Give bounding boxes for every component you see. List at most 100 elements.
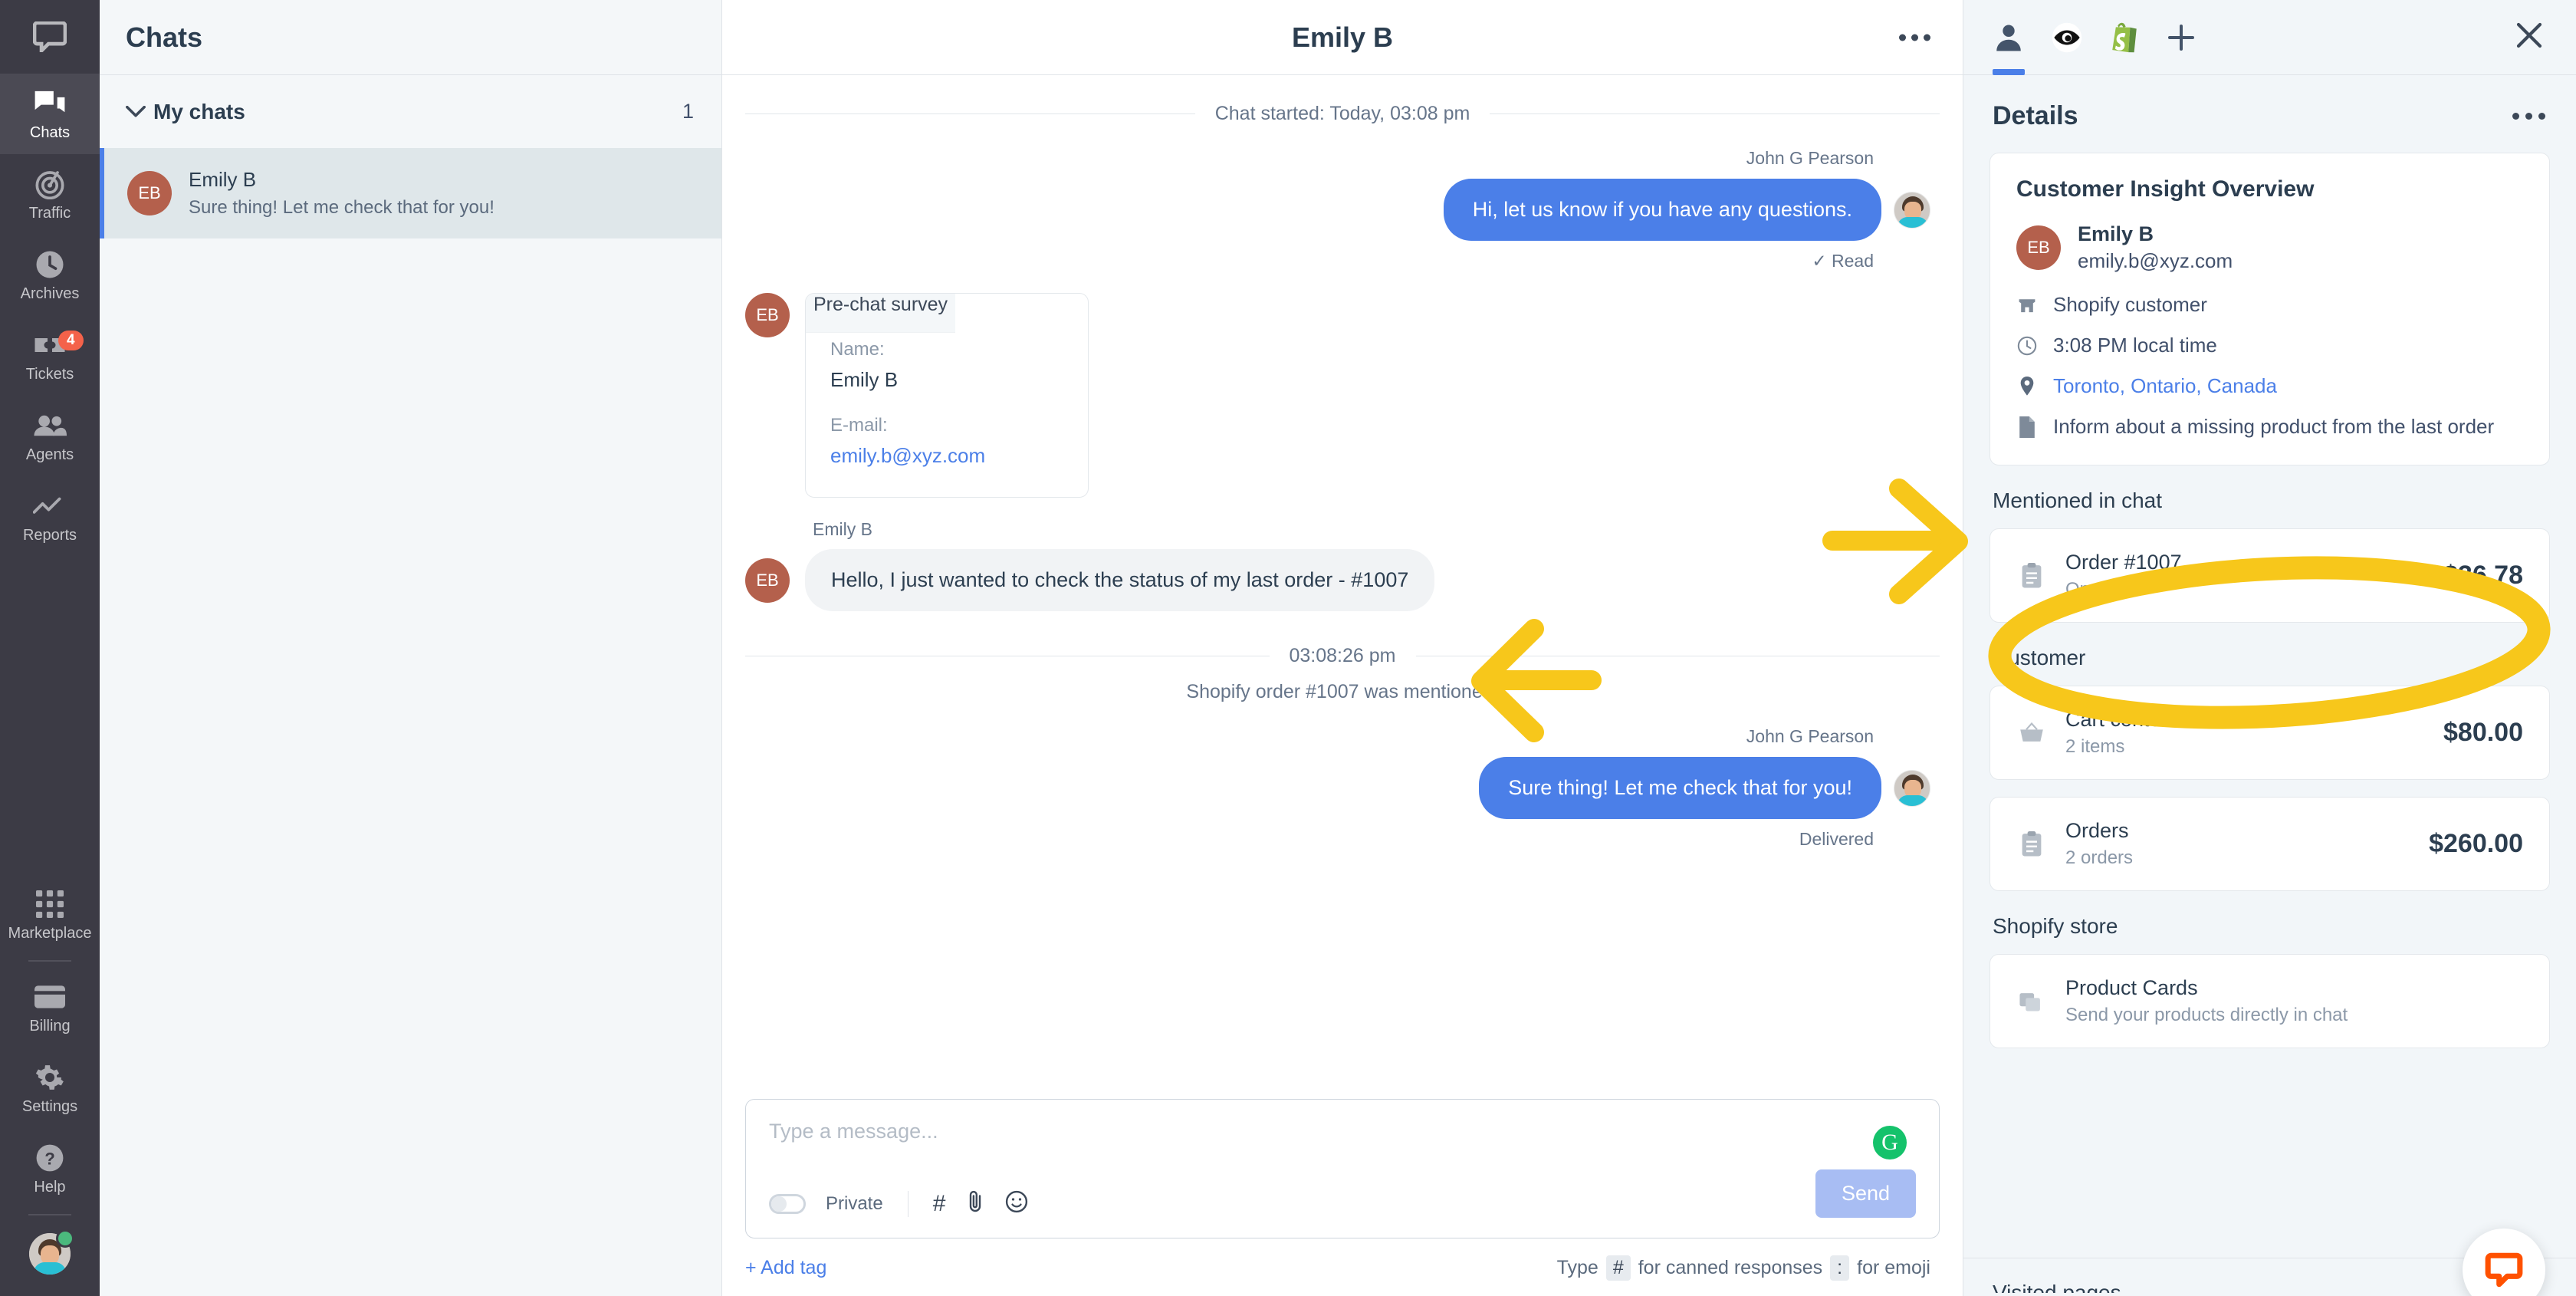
grammarly-icon[interactable]: G (1873, 1126, 1907, 1159)
sidebar-item-tickets[interactable]: 4 Tickets (0, 315, 100, 396)
chat-messages-area: Chat started: Today, 03:08 pm John G Pea… (722, 75, 1963, 1099)
details-scroll-area: Customer Insight Overview EB Emily B emi… (1963, 153, 2576, 1258)
message-status: Delivered (1799, 829, 1874, 849)
cart-content-row[interactable]: Cart content 2 items $80.00 (1990, 686, 2550, 780)
chat-list-panel: Chats My chats 1 EB Emily B Sure thing! … (100, 0, 722, 1296)
chat-list-item-emily-b[interactable]: EB Emily B Sure thing! Let me check that… (100, 148, 721, 238)
sidebar-item-archives[interactable]: Archives (0, 235, 100, 315)
message-author: Emily B (813, 519, 872, 539)
orders-row[interactable]: Orders 2 orders $260.00 (1990, 797, 2550, 891)
add-app-tab[interactable] (2166, 0, 2196, 75)
row-subtitle: Open (2065, 579, 2111, 600)
survey-field-label-email: E-mail: (830, 415, 888, 436)
more-options-icon[interactable] (2512, 113, 2545, 120)
info-location[interactable]: Toronto, Ontario, Canada (2016, 374, 2523, 398)
more-options-icon[interactable] (1899, 34, 1930, 41)
archives-clock-icon (34, 248, 65, 281)
private-mode-toggle[interactable] (769, 1194, 806, 1214)
rail-divider-1 (28, 960, 71, 962)
hint-suffix: for emoji (1857, 1257, 1930, 1278)
chat-item-name: Emily B (189, 168, 257, 191)
shopify-tab[interactable] (2109, 0, 2140, 75)
customer-details-tab[interactable] (1993, 0, 2025, 75)
hint-key-colon: : (1830, 1255, 1850, 1281)
clipboard-icon (2016, 562, 2047, 589)
traffic-icon (34, 168, 65, 200)
row-title: Order #1007 (2065, 551, 2182, 574)
info-text: 3:08 PM local time (2053, 334, 2217, 357)
sidebar-item-agents[interactable]: Agents (0, 396, 100, 476)
composer-wrapper: Type a message... G Private # Send (722, 1099, 1963, 1238)
message-input[interactable]: Type a message... (769, 1120, 1916, 1143)
cards-icon (2016, 991, 2047, 1012)
message-composer[interactable]: Type a message... G Private # Send (745, 1099, 1940, 1238)
info-text[interactable]: Toronto, Ontario, Canada (2053, 374, 2277, 398)
billing-card-icon (34, 981, 65, 1013)
rail-divider-2 (28, 1214, 71, 1215)
message-outgoing-1: John G Pearson Hi, let us know if you ha… (745, 148, 1940, 271)
mentioned-order-row[interactable]: Order #1007 Open $36.78 (1990, 528, 2550, 623)
sidebar-label-settings: Settings (21, 1098, 78, 1115)
avatar: EB (745, 558, 790, 603)
paperclip-icon[interactable] (965, 1190, 985, 1218)
sidebar-item-traffic[interactable]: Traffic (0, 154, 100, 235)
add-tag-button[interactable]: + Add tag (745, 1257, 826, 1279)
clock-icon (2016, 336, 2038, 356)
page-title: Chats (126, 21, 203, 53)
row-amount: $36.78 (2443, 561, 2523, 590)
chat-feed-header: Emily B (722, 0, 1963, 75)
avatar: EB (2016, 225, 2061, 270)
sidebar-item-billing[interactable]: Billing (0, 967, 100, 1048)
prechat-survey-card: Pre-chat survey Name: Emily B E-mail: em… (805, 293, 1089, 498)
message-outgoing-2: John G Pearson Sure thing! Let me check … (745, 726, 1940, 850)
help-question-icon: ? (35, 1142, 64, 1174)
sidebar-item-help[interactable]: ? Help (0, 1128, 100, 1209)
clipboard-icon (2016, 831, 2047, 857)
sidebar-label-traffic: Traffic (28, 205, 71, 222)
toolbar-divider (907, 1191, 909, 1217)
chat-item-preview: Sure thing! Let me check that for you! (189, 197, 495, 218)
chat-started-divider: Chat started: Today, 03:08 pm (745, 103, 1940, 125)
sidebar-item-chats[interactable]: Chats (0, 74, 100, 154)
product-cards-row[interactable]: Product Cards Send your products directl… (1990, 954, 2550, 1048)
info-note: Inform about a missing product from the … (2016, 415, 2523, 439)
send-button[interactable]: Send (1815, 1169, 1916, 1218)
chat-feed-panel: Emily B Chat started: Today, 03:08 pm Jo… (722, 0, 1963, 1296)
divider-line-left (745, 113, 1195, 114)
composer-hint: Type # for canned responses : for emoji (1557, 1255, 1930, 1281)
sidebar-item-marketplace[interactable]: Marketplace (0, 874, 100, 955)
message-bubble: Hi, let us know if you have any question… (1443, 179, 1881, 241)
details-title: Details (1993, 101, 2078, 130)
marketplace-grid-icon (36, 888, 64, 920)
details-title-row: Details (1963, 75, 2576, 153)
customer-name: Emily B (2078, 222, 2154, 245)
row-title: Orders (2065, 819, 2129, 842)
shopify-bag-icon (2112, 22, 2137, 52)
note-icon (2016, 416, 2038, 438)
chat-section-my-chats[interactable]: My chats 1 (100, 75, 721, 148)
agent-avatar[interactable] (29, 1229, 74, 1275)
section-label-shopify-store: Shopify store (1993, 914, 2118, 938)
private-label: Private (826, 1193, 883, 1214)
plus-icon (2168, 24, 2194, 51)
emoji-icon[interactable] (1005, 1190, 1028, 1218)
close-icon[interactable] (2513, 19, 2545, 55)
survey-field-value-name: Emily B (830, 368, 899, 391)
system-time-divider: 03:08:26 pm (745, 645, 1940, 667)
avatar: EB (745, 293, 790, 337)
customer-email: emily.b@xyz.com (2078, 249, 2233, 272)
system-time-label: 03:08:26 pm (1289, 645, 1396, 666)
hash-icon[interactable]: # (933, 1192, 946, 1215)
message-author: John G Pearson (1746, 148, 1874, 168)
visited-pages-tab[interactable] (2051, 0, 2083, 75)
chevron-down-icon[interactable] (126, 100, 153, 123)
sidebar-item-settings[interactable]: Settings (0, 1048, 100, 1128)
app-root: Chats Traffic Archives 4 Tickets Agents … (0, 0, 2576, 1296)
customer-insight-card: Customer Insight Overview EB Emily B emi… (1990, 153, 2550, 465)
sidebar-item-reports[interactable]: Reports (0, 476, 100, 557)
details-tab-bar (1963, 0, 2576, 75)
svg-text:?: ? (44, 1150, 55, 1169)
sidebar-label-agents: Agents (25, 446, 74, 463)
online-status-dot (56, 1229, 74, 1248)
survey-field-value-email[interactable]: emily.b@xyz.com (830, 444, 1063, 468)
